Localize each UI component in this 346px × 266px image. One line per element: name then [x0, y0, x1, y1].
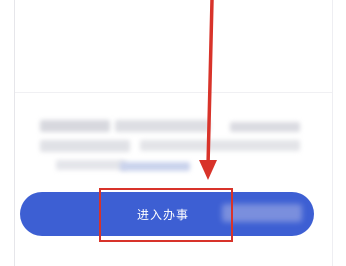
section-divider	[15, 92, 332, 93]
page: 进入办事	[0, 0, 346, 266]
watermark	[222, 204, 302, 222]
blurred-link	[120, 162, 190, 171]
blurred-text	[40, 140, 130, 152]
blurred-text	[115, 120, 210, 132]
blurred-text	[40, 120, 110, 132]
blurred-text	[140, 140, 300, 151]
blurred-text	[230, 122, 300, 132]
blurred-text	[56, 160, 126, 170]
right-border	[332, 0, 333, 266]
left-border	[14, 0, 15, 266]
enter-service-button-label: 进入办事	[136, 207, 189, 222]
